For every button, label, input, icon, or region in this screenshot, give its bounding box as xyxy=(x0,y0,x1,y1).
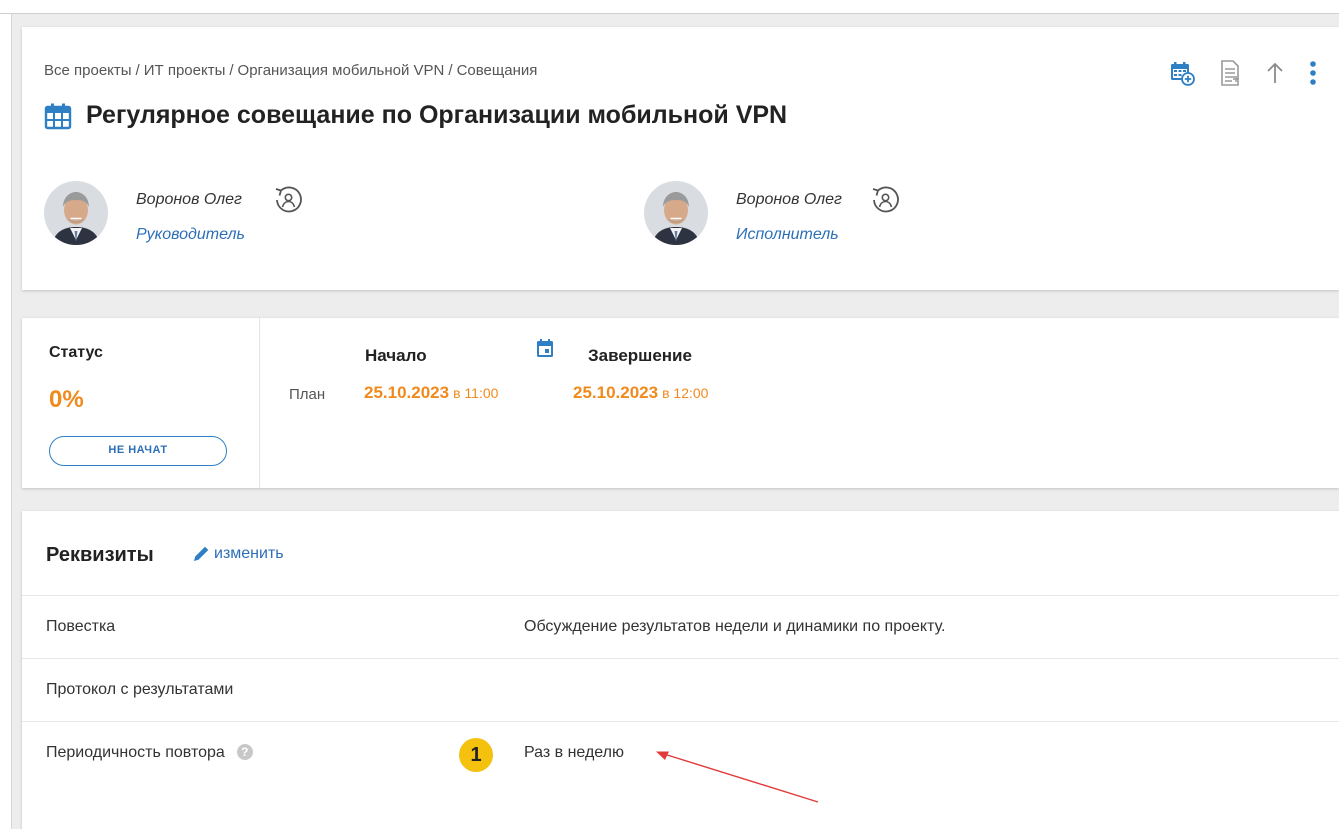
breadcrumb-separator: / xyxy=(448,62,453,79)
person-manager: Воронов Олег Руководитель xyxy=(44,181,303,245)
window-left-frame xyxy=(0,14,12,829)
person-name[interactable]: Воронов Олег xyxy=(736,191,842,209)
status-percent: 0% xyxy=(49,386,84,413)
plan-end-date[interactable]: 25.10.2023 в 12:00 xyxy=(573,383,708,403)
pencil-icon xyxy=(194,546,209,561)
breadcrumb-item-meetings[interactable]: Совещания xyxy=(457,62,538,79)
field-value-agenda: Обсуждение результатов недели и динамики… xyxy=(524,618,946,635)
person-info: Воронов Олег Исполнитель xyxy=(736,181,842,244)
plan-start-date[interactable]: 25.10.2023 в 11:00 xyxy=(364,383,498,403)
avatar[interactable] xyxy=(44,181,108,245)
page-title: Регулярное совещание по Организации моби… xyxy=(86,101,788,129)
end-time-value: в 12:00 xyxy=(662,385,709,401)
field-label-protocol: Протокол с результатами xyxy=(46,681,234,698)
calendar-icon xyxy=(44,102,72,130)
header-toolbar xyxy=(1169,59,1317,87)
table-row: Повестка Обсуждение результатов недели и… xyxy=(22,595,1339,658)
person-executor: Воронов Олег Исполнитель xyxy=(644,181,900,245)
annotation-marker: 1 xyxy=(459,738,493,772)
start-date-value: 25.10.2023 xyxy=(364,383,450,402)
person-info: Воронов Олег Руководитель xyxy=(136,181,245,244)
status-badge[interactable]: НЕ НАЧАТ xyxy=(49,436,227,466)
person-name[interactable]: Воронов Олег xyxy=(136,191,245,209)
section-title: Реквизиты xyxy=(46,544,154,566)
start-column-header: Начало xyxy=(365,346,427,365)
title-row: Регулярное совещание по Организации моби… xyxy=(44,101,787,130)
status-card: Статус 0% НЕ НАЧАТ Начало Завершение Пла… xyxy=(22,318,1339,488)
field-label-agenda: Повестка xyxy=(46,618,116,635)
end-date-value: 25.10.2023 xyxy=(573,383,659,402)
breadcrumb-item-all-projects[interactable]: Все проекты xyxy=(44,62,132,79)
table-row: Протокол с результатами xyxy=(22,658,1339,721)
more-vertical-icon[interactable] xyxy=(1309,60,1317,86)
document-icon[interactable] xyxy=(1219,59,1241,87)
plan-row-label: План xyxy=(289,386,326,403)
user-swap-icon[interactable] xyxy=(870,185,900,220)
breadcrumb: Все проекты / ИТ проекты / Организация мобил… xyxy=(44,62,537,79)
breadcrumb-item-it-projects[interactable]: ИТ проекты xyxy=(144,62,226,79)
breadcrumb-separator: / xyxy=(135,62,140,79)
end-column-header: Завершение xyxy=(588,346,692,365)
calendar-add-icon[interactable] xyxy=(1169,60,1195,86)
window-top-frame xyxy=(0,0,1339,14)
annotation-arrow xyxy=(656,751,819,803)
task-header-card: Все проекты / ИТ проекты / Организация мобил… xyxy=(22,27,1339,290)
status-label: Статус xyxy=(49,344,103,361)
user-swap-icon[interactable] xyxy=(273,185,303,220)
field-value-recurrence: Раз в неделю xyxy=(524,744,625,761)
status-column: Статус 0% НЕ НАЧАТ xyxy=(22,318,260,488)
breadcrumb-separator: / xyxy=(229,62,234,79)
edit-link[interactable]: изменить xyxy=(192,545,284,563)
role-link-manager[interactable]: Руководитель xyxy=(136,226,245,244)
avatar[interactable] xyxy=(644,181,708,245)
start-time-value: в 11:00 xyxy=(453,385,499,401)
edit-link-label: изменить xyxy=(214,545,284,562)
breadcrumb-item-project[interactable]: Организация мобильной VPN xyxy=(238,62,445,79)
help-icon[interactable]: ? xyxy=(236,744,253,760)
role-link-executor[interactable]: Исполнитель xyxy=(736,226,842,244)
arrow-up-icon[interactable] xyxy=(1265,61,1285,85)
field-label-text: Периодичность повтора xyxy=(46,744,225,761)
requisites-card: Реквизиты изменить Повестка Обсуждение р… xyxy=(22,511,1339,829)
calendar-icon[interactable] xyxy=(536,338,554,363)
field-label-recurrence: Периодичность повтора? xyxy=(46,744,253,762)
